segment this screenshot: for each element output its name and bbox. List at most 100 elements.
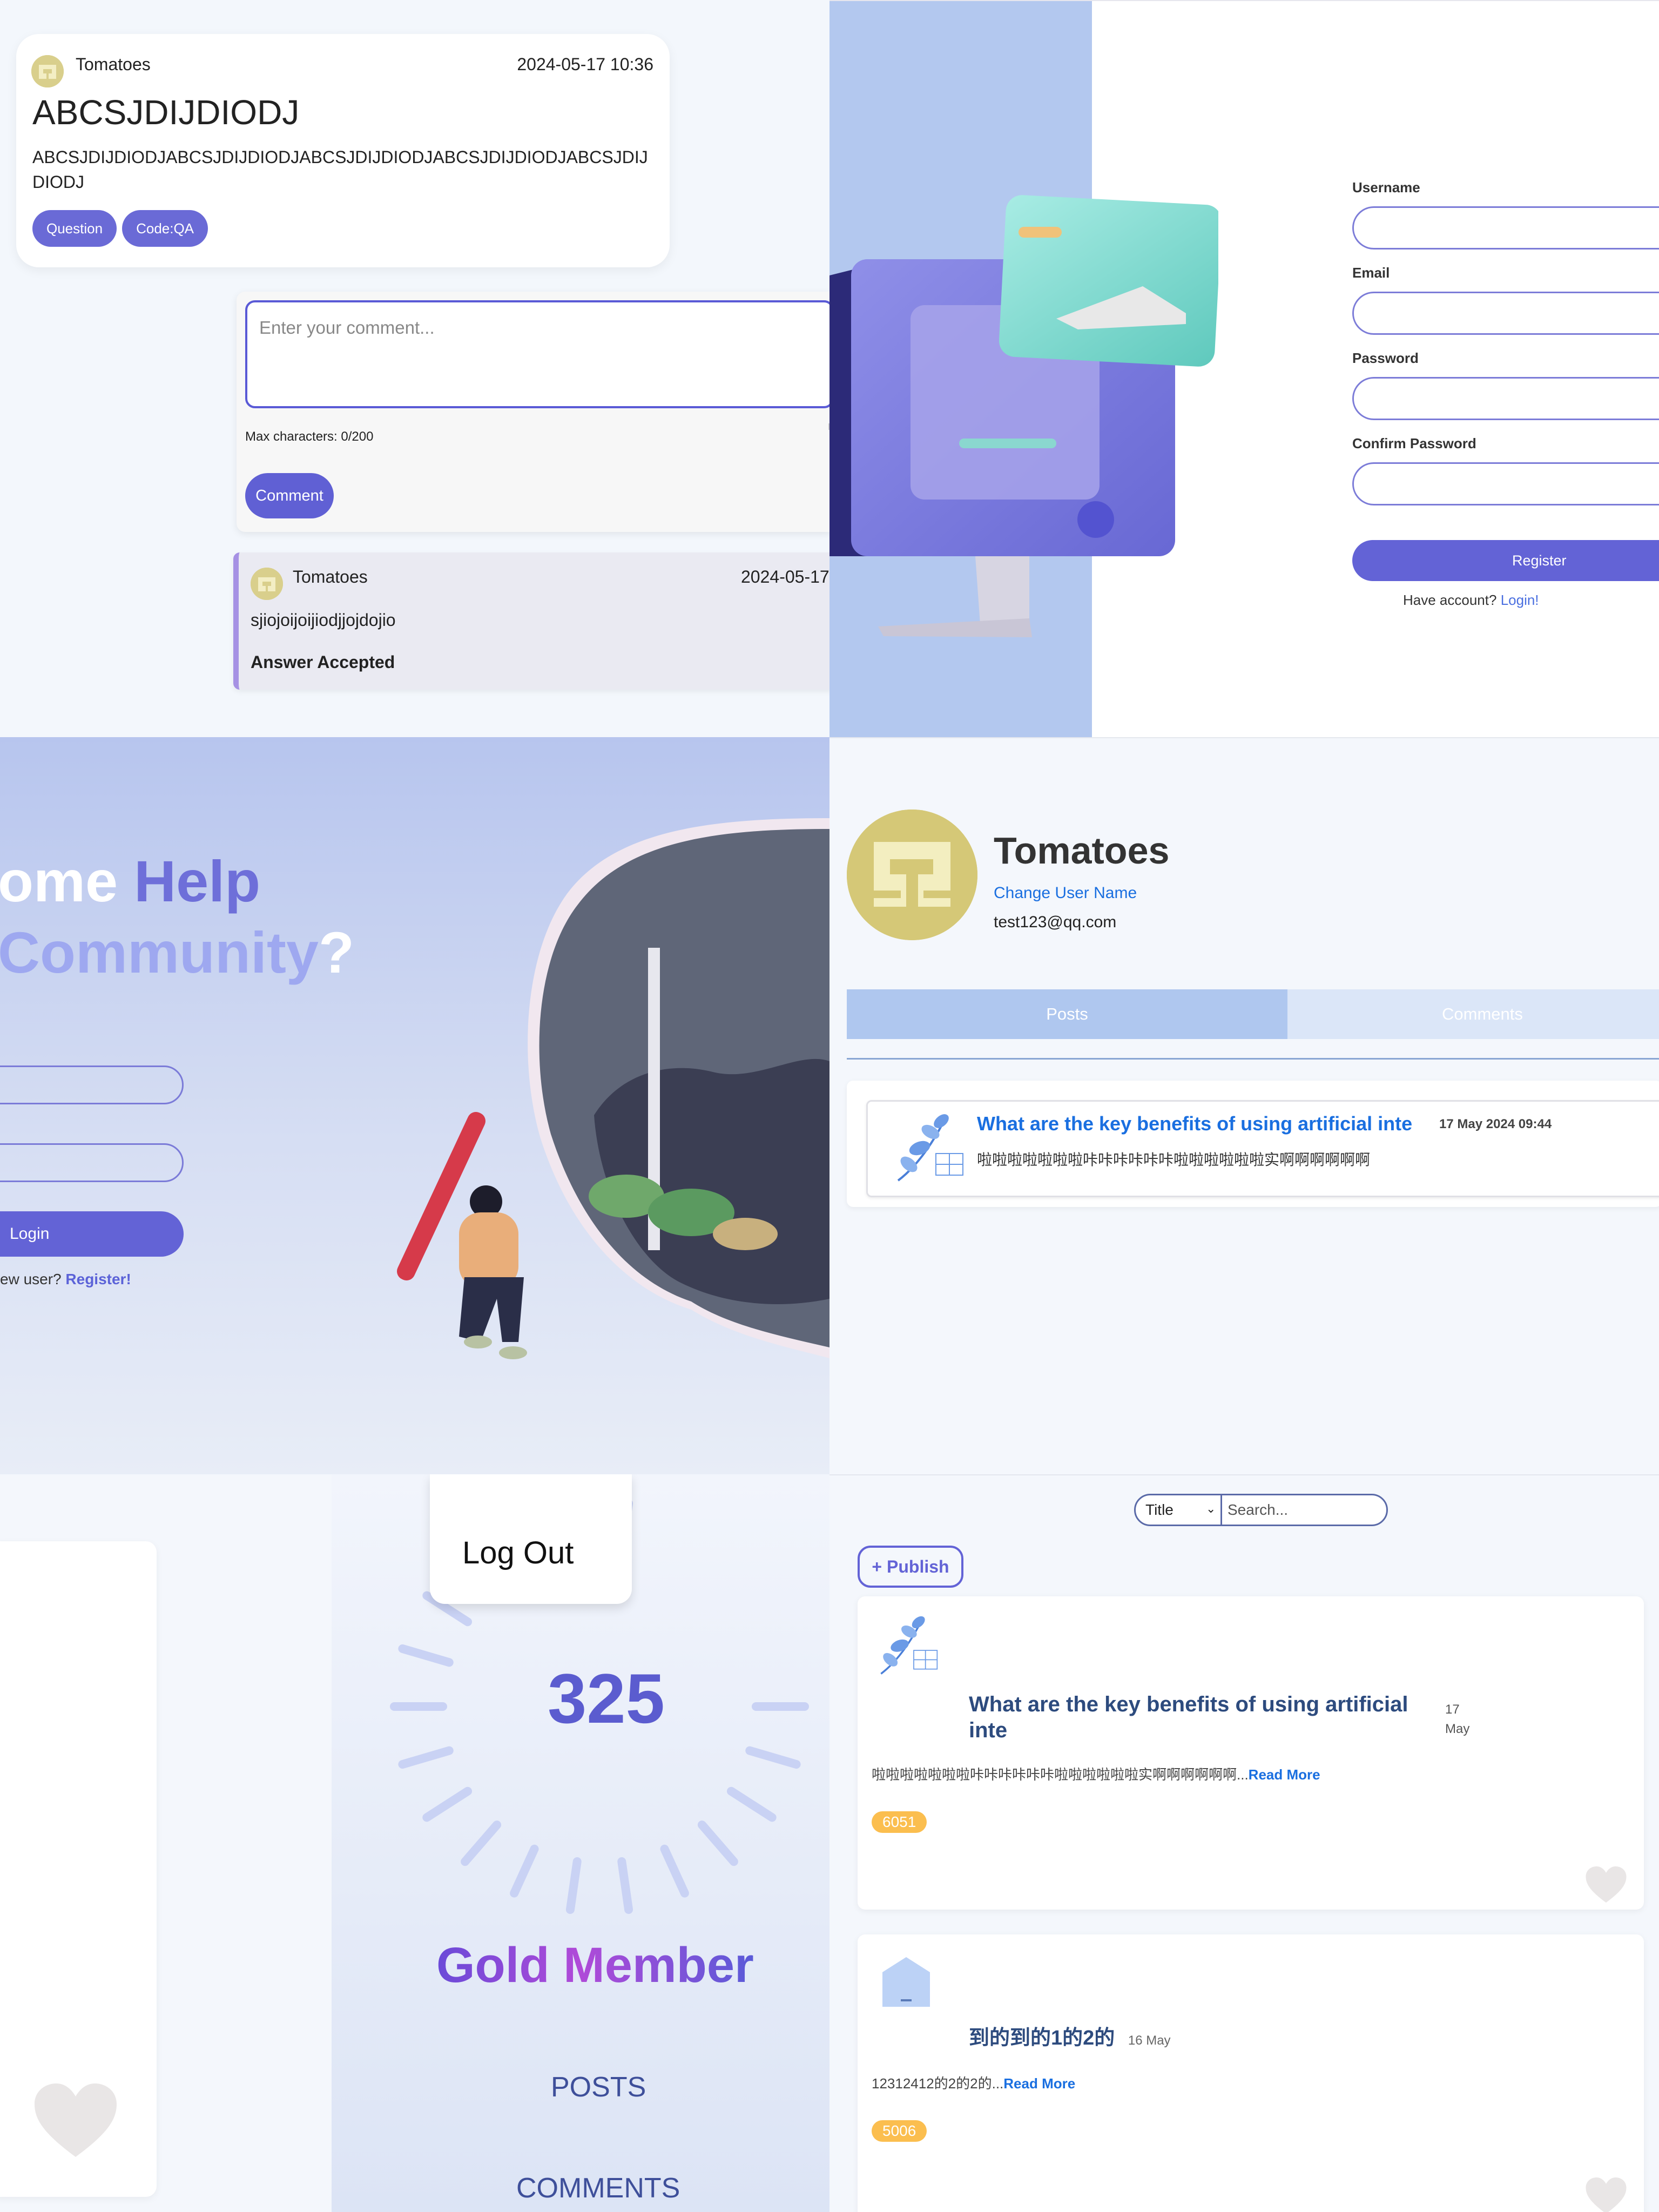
ring-tick [660,1844,689,1898]
change-username-link[interactable]: Change User Name [994,884,1137,902]
feed-post-day: 17 [1445,1702,1460,1717]
confirm-password-field[interactable] [1352,462,1659,505]
login-panel: ome Help Community? Login ew user? Regis… [0,737,830,1474]
username-field[interactable] [1352,206,1659,249]
headline-community: Community [0,920,319,985]
feed-panel: Title ⌄ Search... + Publish What are the… [830,1474,1659,2212]
question-detail-panel: Tomatoes 2024-05-17 10:36 ABCSJDIJDIODJ … [0,0,830,737]
ring-tick [617,1857,633,1914]
search-input[interactable]: Search... [1228,1495,1288,1525]
headline-question-mark: ? [319,920,354,985]
ring-tick [398,1644,454,1667]
ring-tick [565,1857,582,1914]
char-counter: Max characters: 0/200 [245,429,374,444]
headline-line2: Community? [0,919,354,986]
ring-tick [726,1786,777,1822]
email-field[interactable] [1352,292,1659,335]
feed-post-card[interactable]: What are the key benefits of using artif… [858,1596,1644,1910]
tab-comments[interactable]: Comments [1287,989,1659,1039]
password-field[interactable] [1352,377,1659,420]
profile-post-item[interactable]: What are the key benefits of using artif… [866,1100,1659,1197]
confirm-password-label: Confirm Password [1352,435,1476,451]
ring-tick [745,1746,801,1769]
view-count: 5006 [872,2120,927,2142]
login-prompt: Have account? Login! [1403,592,1539,609]
read-more-link[interactable]: Read More [1003,2075,1075,2092]
search-bar: Title ⌄ Search... [1134,1494,1388,1526]
profile-post-date: 17 May 2024 09:44 [1439,1117,1552,1131]
profile-post-excerpt: 啦啦啦啦啦啦啦咔咔咔咔咔咔啦啦啦啦啦啦实啊啊啊啊啊啊 [977,1151,1371,1168]
answer-card: Tomatoes 2024-05-17 sjiojoijoijiodjjojdo… [233,552,830,690]
password-label: Password [1352,350,1419,366]
view-count: 6051 [872,1811,927,1833]
computer-illustration-icon [830,195,1218,637]
posts-stat-label[interactable]: POSTS [551,2071,646,2103]
profile-name: Tomatoes [994,830,1170,872]
answer-author-avatar[interactable] [251,568,283,600]
login-link[interactable]: Login! [1501,592,1539,608]
question-body: ABCSJDIJDIODJABCSJDIJDIODJABCSJDIJDIODJA… [32,147,648,192]
filter-selected-value: Title [1145,1501,1174,1518]
heart-icon[interactable] [32,2081,119,2162]
question-card: Tomatoes 2024-05-17 10:36 ABCSJDIJDIODJ … [16,34,670,267]
feed-post-excerpt: 12312412的2的2的...Read More [872,2073,1075,2093]
question-datetime: 2024-05-17 10:36 [517,55,653,74]
tab-underline [847,1058,1659,1060]
ring-tick [398,1746,454,1769]
side-card [0,1541,157,2197]
feed-post-date: 17 May [1445,1700,1469,1739]
view-count-badge: 5006 [872,2120,927,2142]
author-avatar[interactable] [31,55,64,87]
filter-select[interactable]: Title ⌄ [1136,1495,1222,1525]
logout-menu: Log Out [430,1474,632,1604]
profile-email: test123@qq.com [994,913,1117,931]
username-label: Username [1352,179,1420,195]
feed-post-card[interactable]: 到的到的1的2的 16 May 12312412的2的2的...Read Mor… [858,1934,1644,2212]
login-button[interactable]: Login [0,1211,184,1257]
profile-post-title[interactable]: What are the key benefits of using artif… [977,1112,1412,1135]
community-illustration-icon [397,818,830,1359]
ring-tick [461,1820,502,1866]
answer-author[interactable]: Tomatoes [293,567,368,587]
tag-question[interactable]: Question [32,210,117,247]
login-password-field[interactable] [0,1143,184,1182]
divider [830,737,1659,738]
register-panel: Username Email Password Confirm Password… [830,0,1659,737]
publish-button[interactable]: + Publish [858,1546,963,1588]
tab-posts[interactable]: Posts [847,989,1287,1039]
question-title: ABCSJDIJDIODJ [32,93,300,132]
comments-stat-label[interactable]: COMMENTS [516,2172,680,2204]
profile-panel: Tomatoes Change User Name test123@qq.com… [830,737,1659,1474]
have-account-text: Have account? [1403,592,1497,608]
answer-text: sjiojoijoijiodjjojdojio [251,610,396,630]
feed-post-excerpt: 啦啦啦啦啦啦啦咔咔咔咔咔咔啦啦啦啦啦啦实啊啊啊啊啊啊...Read More [872,1764,1320,1784]
logout-button[interactable]: Log Out [462,1535,574,1571]
view-count-badge: 6051 [872,1811,927,1833]
ring-tick [422,1786,473,1822]
post-plant-icon [880,1616,938,1675]
profile-avatar[interactable] [847,810,977,940]
post-plant-icon [897,1114,963,1182]
author-name[interactable]: Tomatoes [76,55,151,75]
feed-post-date: 16 May [1128,2033,1171,2048]
house-icon [882,1957,930,2007]
new-user-text: ew user? [0,1271,62,1287]
comment-button[interactable]: Comment [245,473,334,518]
register-prompt: ew user? Register! [0,1271,131,1288]
feed-post-title-text[interactable]: 到的到的1的2的 [969,2027,1115,2049]
login-username-field[interactable] [0,1065,184,1104]
answer-status: Answer Accepted [251,652,395,672]
read-more-link[interactable]: Read More [1249,1766,1320,1783]
register-link[interactable]: Register! [65,1271,131,1287]
feed-post-excerpt-text: 啦啦啦啦啦啦啦咔咔咔咔咔咔啦啦啦啦啦啦实啊啊啊啊啊啊... [872,1766,1249,1783]
ring-tick [697,1820,738,1866]
tag-list: Question Code:QA [32,210,213,247]
email-label: Email [1352,265,1390,281]
comment-input[interactable]: Enter your comment... [245,300,830,408]
ring-tick [510,1844,539,1898]
heart-icon[interactable] [1584,2176,1628,2212]
heart-icon[interactable] [1584,1865,1628,1905]
feed-post-title[interactable]: What are the key benefits of using artif… [969,1691,1417,1743]
register-button[interactable]: Register [1352,540,1659,581]
tag-code-qa[interactable]: Code:QA [122,210,208,247]
